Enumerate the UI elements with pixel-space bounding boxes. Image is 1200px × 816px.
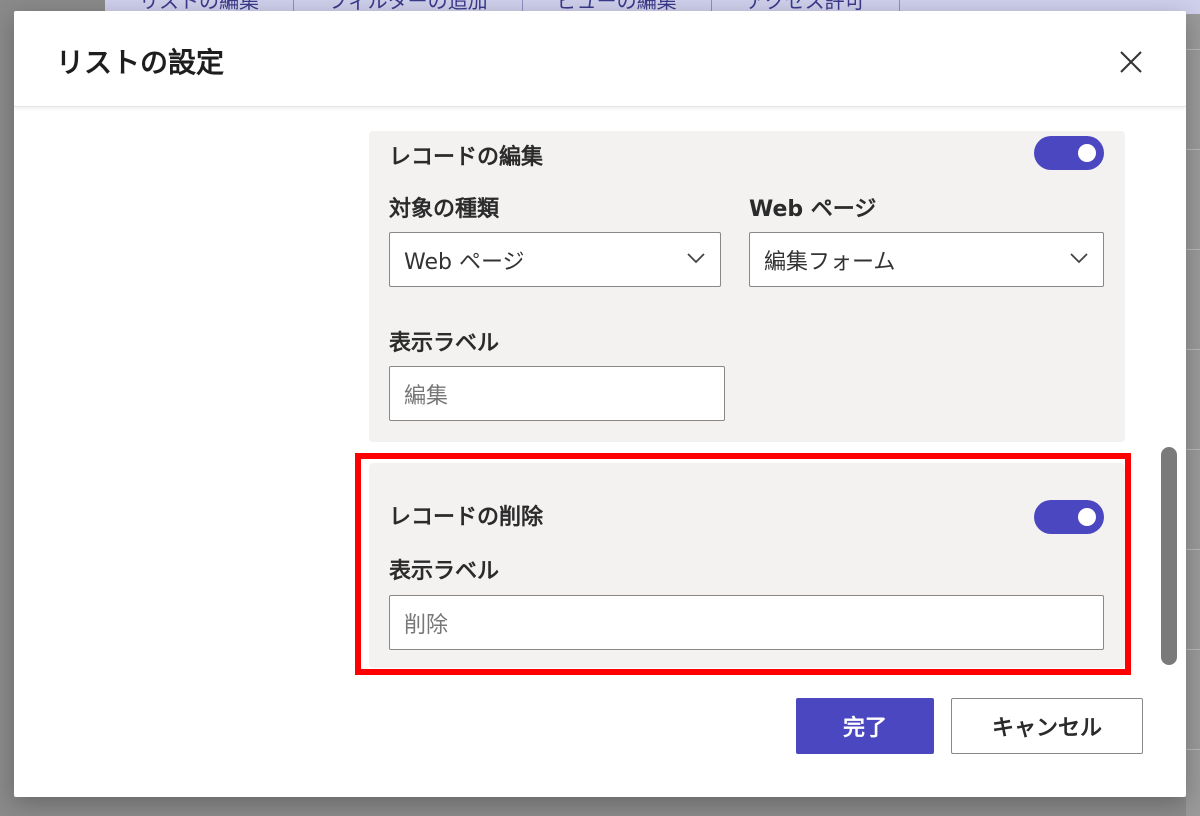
dialog-content: レコードの編集 対象の種類 Web ページ Web ページ 編集フォーム 表示ラ… [14, 108, 1186, 693]
target-type-value: Web ページ [404, 249, 525, 275]
edit-record-title: レコードの編集 [389, 145, 544, 170]
web-page-value: 編集フォーム [764, 249, 896, 275]
delete-display-label-value: 削除 [404, 612, 449, 638]
web-page-select[interactable]: 編集フォーム [749, 232, 1104, 287]
delete-display-label-input[interactable]: 削除 [389, 595, 1104, 650]
edit-record-toggle[interactable] [1034, 136, 1104, 170]
cancel-button[interactable]: キャンセル [951, 698, 1143, 754]
edit-display-label-label: 表示ラベル [389, 331, 500, 356]
edit-display-label-value: 編集 [404, 383, 449, 409]
chevron-down-icon [1070, 253, 1088, 264]
list-settings-dialog: リストの設定 レコードの編集 対象の種類 Web ページ Web ページ 編集フ… [14, 11, 1186, 797]
toggle-knob [1078, 144, 1096, 162]
delete-display-label-label: 表示ラベル [389, 559, 500, 584]
chevron-down-icon [687, 253, 705, 264]
dialog-title: リストの設定 [56, 46, 225, 79]
close-icon[interactable] [1118, 49, 1144, 75]
scrollbar-thumb[interactable] [1161, 447, 1177, 665]
toggle-knob [1078, 508, 1096, 526]
delete-record-toggle[interactable] [1034, 500, 1104, 534]
web-page-label: Web ページ [749, 197, 877, 222]
delete-record-section: レコードの削除 表示ラベル 削除 [369, 463, 1125, 668]
done-button[interactable]: 完了 [796, 698, 934, 754]
edit-display-label-input[interactable]: 編集 [389, 366, 725, 421]
background-right-strip [1186, 14, 1200, 816]
edit-record-section: レコードの編集 対象の種類 Web ページ Web ページ 編集フォーム 表示ラ… [369, 131, 1125, 442]
target-type-label: 対象の種類 [389, 197, 500, 222]
target-type-select[interactable]: Web ページ [389, 232, 721, 287]
delete-record-title: レコードの削除 [389, 505, 544, 530]
dialog-header: リストの設定 [14, 11, 1186, 107]
